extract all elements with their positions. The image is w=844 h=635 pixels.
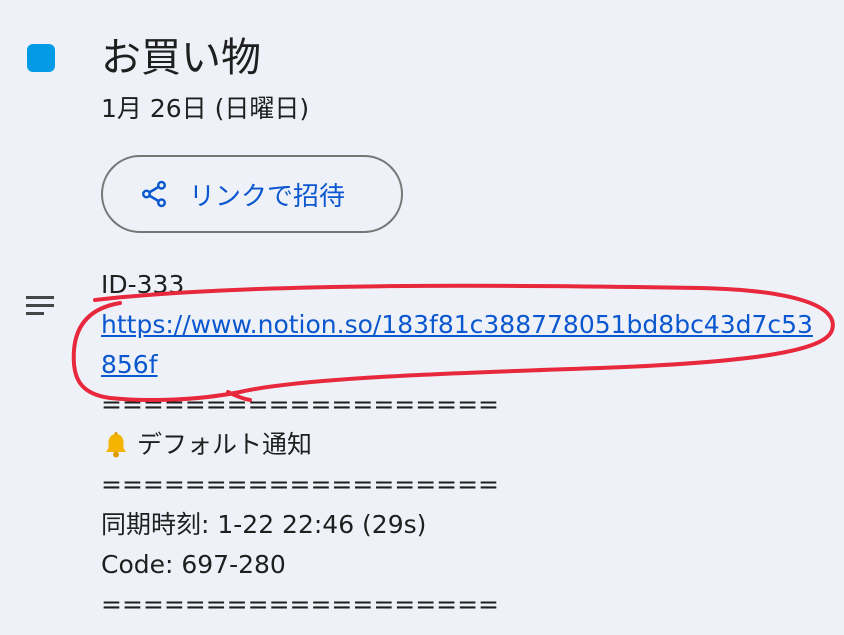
- event-color-chip: [27, 44, 55, 72]
- notification-row: デフォルト通知: [101, 425, 821, 465]
- notion-link[interactable]: https://www.notion.so/183f81c388778051bd…: [101, 305, 816, 385]
- id-line: ID-333: [101, 270, 185, 299]
- share-icon: [139, 179, 169, 209]
- separator: ===================: [101, 390, 499, 419]
- invite-button-label: リンクで招待: [189, 181, 346, 212]
- code-line: Code: 697-280: [101, 550, 286, 579]
- sync-time: 同期時刻: 1-22 22:46 (29s): [101, 510, 427, 539]
- separator: ===================: [101, 590, 499, 619]
- invite-by-link-button[interactable]: リンクで招待: [101, 155, 403, 233]
- notification-label: デフォルト通知: [137, 430, 313, 459]
- event-title: お買い物: [101, 35, 261, 81]
- event-date: 1月 26日 (日曜日): [101, 94, 310, 123]
- event-description: ID-333 https://www.notion.so/183f81c3887…: [101, 265, 821, 625]
- separator: ===================: [101, 470, 499, 499]
- notes-icon: [24, 293, 58, 321]
- bell-icon: [101, 430, 131, 460]
